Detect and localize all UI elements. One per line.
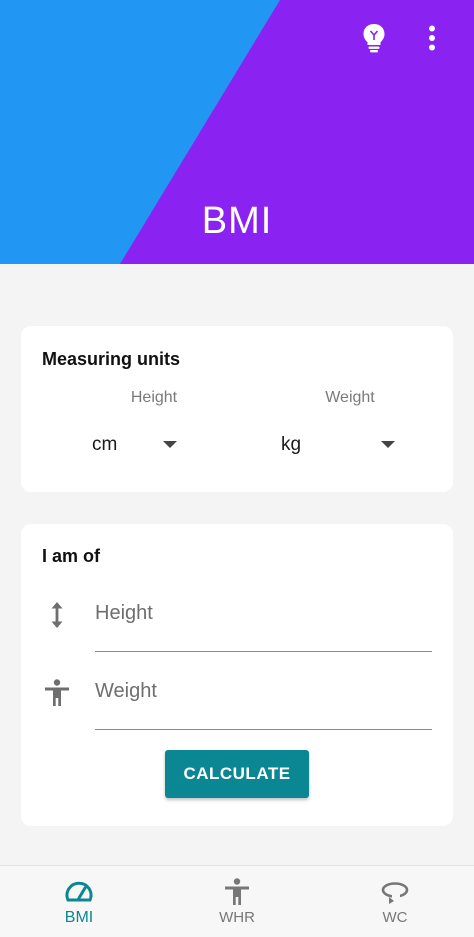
lightbulb-icon[interactable] [359, 22, 389, 54]
app-header: BMI [0, 0, 474, 264]
nav-label-whr: WHR [219, 909, 255, 926]
weight-unit-label: Weight [325, 389, 375, 406]
vertical-arrows-icon [43, 598, 71, 632]
measuring-units-card: Measuring units Height cm Weight kg [21, 326, 453, 492]
page-title: BMI [201, 200, 273, 242]
person-icon [158, 878, 316, 906]
calculate-button[interactable]: CALCULATE [165, 750, 309, 798]
weight-unit-value: kg [281, 434, 302, 455]
weight-field-row [21, 660, 453, 730]
nav-item-wc[interactable]: WC [316, 866, 474, 937]
more-vert-icon[interactable] [417, 22, 447, 54]
weight-input[interactable] [95, 670, 432, 730]
dropdown-arrow-icon [163, 441, 177, 448]
dropdown-arrow-icon [381, 441, 395, 448]
nav-label-bmi: BMI [64, 909, 94, 926]
bottom-navigation: BMI WHR WC [0, 865, 474, 937]
weight-unit-column: Weight kg [265, 388, 435, 460]
height-input[interactable] [95, 592, 432, 652]
weight-unit-dropdown[interactable]: kg [265, 430, 435, 460]
height-field-row [21, 582, 453, 652]
height-unit-column: Height cm [69, 388, 239, 460]
person-icon [43, 676, 71, 710]
body-measurements-card: I am of CALCULATE [21, 524, 453, 826]
nav-item-bmi[interactable]: BMI [0, 866, 158, 937]
nav-item-whr[interactable]: WHR [158, 866, 316, 937]
rotate-icon [316, 878, 474, 906]
nav-label-wc: WC [382, 909, 408, 926]
speedometer-icon [0, 878, 158, 906]
height-unit-value: cm [92, 434, 118, 455]
height-unit-label: Height [130, 389, 178, 406]
body-measurements-title: I am of [42, 546, 101, 566]
measuring-units-title: Measuring units [42, 349, 181, 369]
height-unit-dropdown[interactable]: cm [69, 430, 239, 460]
